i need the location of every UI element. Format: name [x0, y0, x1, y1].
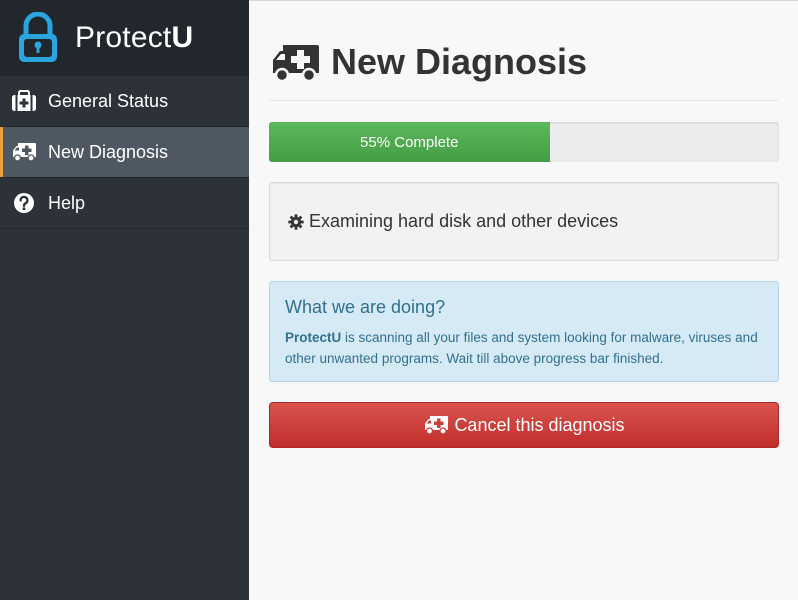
progress-label: 55% Complete [360, 133, 459, 151]
brand: ProtectU [0, 0, 249, 76]
info-text: ProtectU is scanning all your files and … [285, 327, 763, 369]
cancel-diagnosis-button[interactable]: Cancel this diagnosis [269, 402, 779, 448]
page-title: New Diagnosis [331, 41, 588, 82]
brand-name-prefix: Protect [75, 21, 172, 54]
question-circle-icon [11, 192, 37, 214]
ambulance-icon [11, 141, 37, 163]
brand-name: ProtectU [75, 21, 193, 55]
sidebar-item-label: New Diagnosis [48, 142, 169, 162]
sidebar: ProtectU General Status New Diagnosis He… [0, 0, 249, 600]
ambulance-icon [273, 45, 319, 83]
sidebar-item-label: General Status [48, 91, 169, 111]
main-content: New Diagnosis 55% Complete Examining har… [249, 0, 798, 600]
sidebar-item-general-status[interactable]: General Status [0, 76, 249, 127]
info-title: What we are doing? [285, 297, 446, 317]
info-text-body: is scanning all your files and system lo… [285, 330, 758, 366]
status-text: Examining hard disk and other devices [309, 211, 619, 231]
page-header: New Diagnosis [269, 39, 778, 101]
progress-bar-fill: 55% Complete [269, 122, 550, 162]
info-text-brand: ProtectU [285, 330, 342, 345]
sidebar-item-new-diagnosis[interactable]: New Diagnosis [0, 127, 249, 178]
cancel-button-label: Cancel this diagnosis [454, 414, 625, 435]
brand-name-bold: U [171, 21, 194, 54]
sidebar-item-label: Help [48, 193, 86, 213]
medkit-icon [11, 90, 37, 112]
padlock-icon [19, 12, 57, 62]
info-panel: What we are doing? ProtectU is scanning … [269, 281, 779, 382]
ambulance-icon [425, 416, 449, 435]
status-panel: Examining hard disk and other devices [269, 182, 779, 261]
gear-icon [288, 213, 304, 230]
sidebar-item-help[interactable]: Help [0, 178, 249, 229]
progress-bar-track: 55% Complete [269, 122, 779, 162]
